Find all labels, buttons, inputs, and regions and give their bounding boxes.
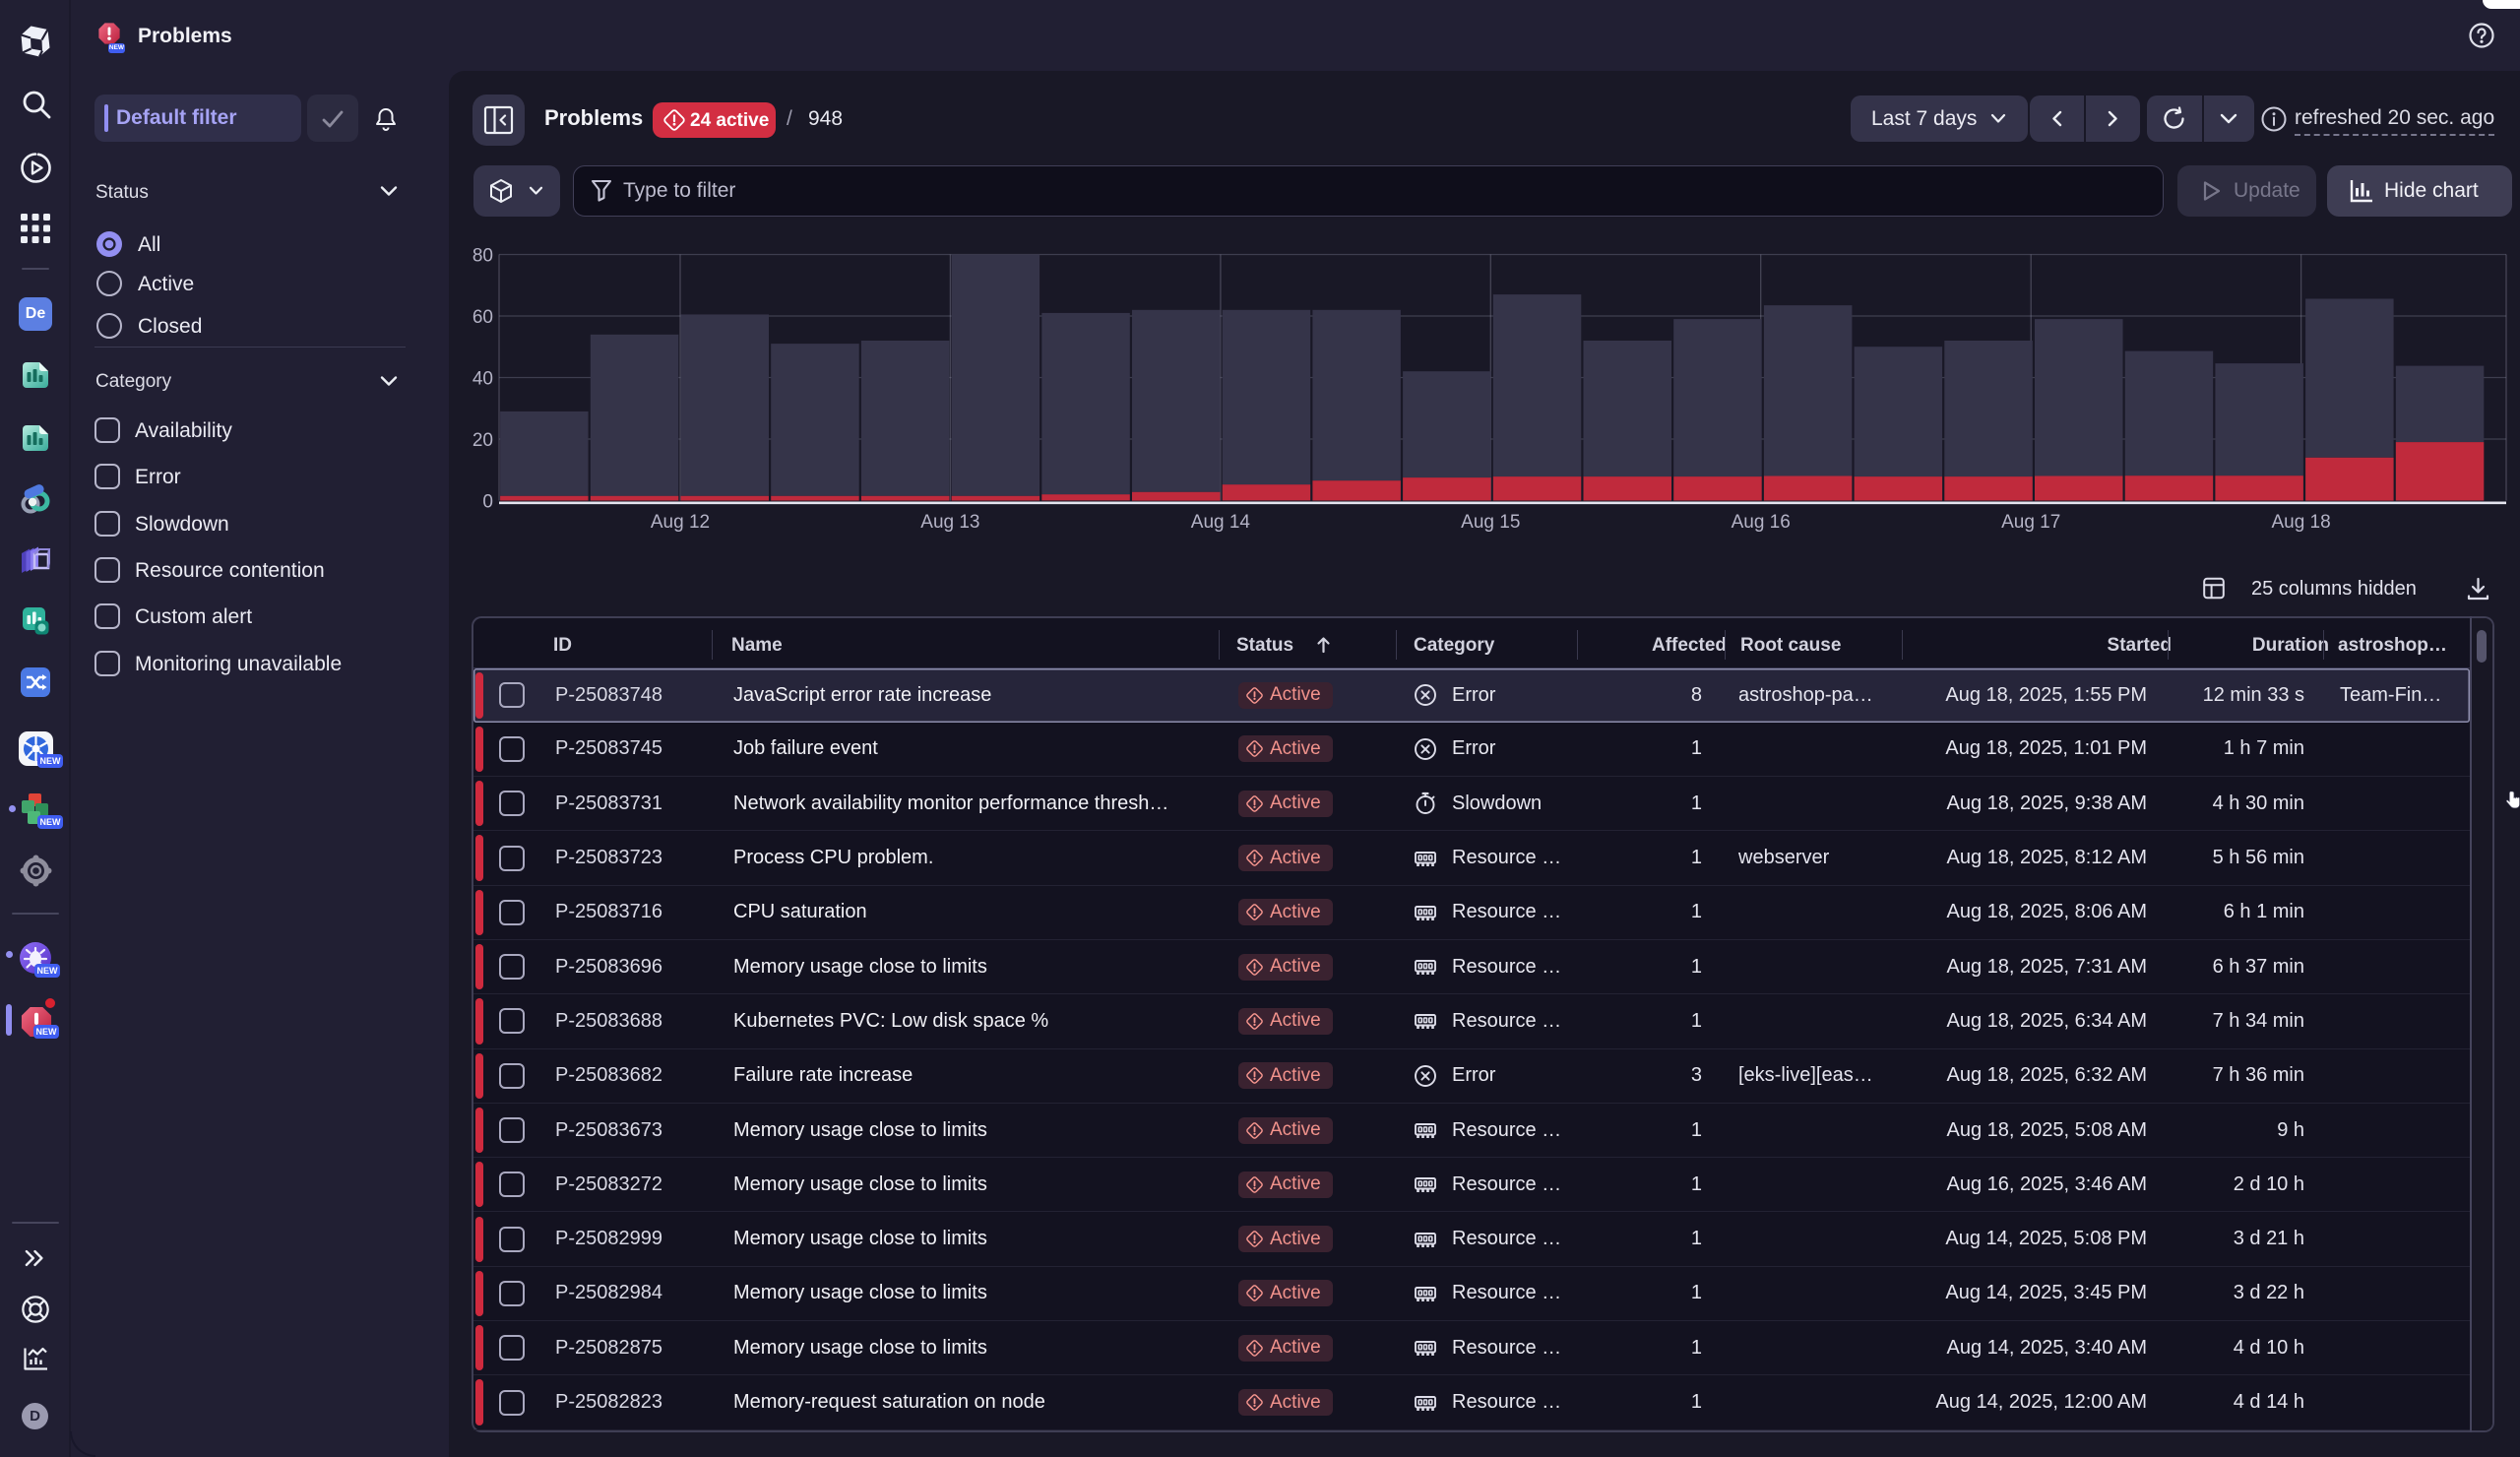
svg-text:Aug 17: Aug 17 [2001, 512, 2060, 533]
svg-text:Aug 18: Aug 18 [2271, 512, 2330, 533]
svg-text:Aug 14: Aug 14 [1191, 512, 1251, 533]
svg-text:Aug 12: Aug 12 [651, 512, 710, 533]
svg-text:80: 80 [472, 246, 493, 267]
svg-text:20: 20 [472, 430, 493, 451]
svg-text:0: 0 [482, 492, 493, 513]
svg-text:Aug 16: Aug 16 [1732, 512, 1791, 533]
svg-text:Aug 15: Aug 15 [1461, 512, 1520, 533]
svg-text:60: 60 [472, 307, 493, 328]
svg-text:Aug 13: Aug 13 [920, 512, 979, 533]
svg-text:40: 40 [472, 369, 493, 390]
